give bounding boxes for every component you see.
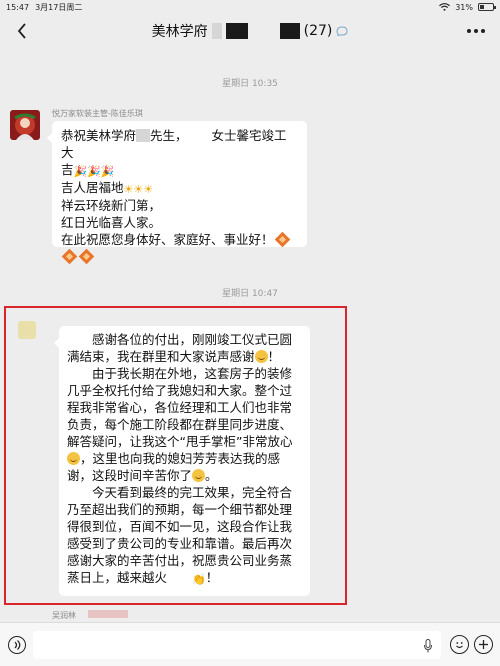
input-bar <box>0 622 500 666</box>
message-line: 恭祝美林学府 先生， 女士馨宅竣工大 <box>61 128 287 160</box>
smiley-icon <box>67 452 80 465</box>
diamond-icon <box>274 231 290 248</box>
message-bubble[interactable]: 恭祝美林学府 先生， 女士馨宅竣工大 吉🎉🎉🎉 吉人居福地☀☀☀ 祥云环绕新门第， … <box>47 121 307 265</box>
voice-icon[interactable] <box>8 636 26 654</box>
more-dots-icon[interactable] <box>464 21 488 41</box>
message-paragraph: 今天看到最终的完工效果，完全符合乃至超出我们的预期，每一个细节都处理得很到位，百… <box>67 485 293 586</box>
redacted-block <box>225 23 248 39</box>
message-paragraph: 由于我长期在外地，这套房子的装修几乎全权托付给了我媳妇和大家。整个过程我非常省心… <box>67 366 293 483</box>
battery-icon <box>478 3 496 11</box>
avatar[interactable] <box>18 321 36 339</box>
emoji-icon[interactable] <box>450 635 469 654</box>
message-line: 红日光临喜人家。 <box>61 215 162 230</box>
chevron-left-icon[interactable] <box>12 21 32 41</box>
redacted-block <box>279 23 300 39</box>
plus-icon[interactable] <box>474 635 493 654</box>
sun-icon: ☀☀☀ <box>123 183 154 196</box>
sender-name: 吴润林 <box>52 611 76 620</box>
status-time: 15:47 <box>6 2 30 12</box>
time-divider: 星期日 10:35 <box>222 79 278 89</box>
member-count: (27) <box>303 23 333 39</box>
group-name: 美林学府 <box>151 24 208 40</box>
diamond-icon <box>61 248 78 265</box>
wink-icon <box>192 469 206 482</box>
battery-percent: 31% <box>455 2 473 12</box>
redacted-block <box>211 23 222 39</box>
next-message-peek: 吴润林 <box>0 608 500 622</box>
chat-title: 美林学府 (27) <box>152 21 349 41</box>
message-line: 吉🎉🎉🎉 <box>61 162 115 178</box>
smiley-icon <box>254 350 268 363</box>
message-line: 在此祝愿您身体好、家庭好、事业好！ <box>61 231 298 248</box>
message-line: 吉人居福地☀☀☀ <box>61 180 154 196</box>
time-divider: 星期日 10:47 <box>222 289 278 299</box>
mute-icon <box>336 26 348 36</box>
status-bar: 15:47 3月17日周二 31% <box>0 0 500 14</box>
firecracker-icon: 🎉🎉🎉 <box>73 165 115 178</box>
diamond-icon <box>78 248 95 265</box>
mic-icon[interactable] <box>424 638 432 653</box>
wifi-icon <box>439 3 451 11</box>
redacted-block <box>88 610 128 618</box>
message-line <box>61 248 298 265</box>
avatar[interactable] <box>10 110 40 140</box>
message-bubble[interactable]: 感谢各位的付出，刚刚竣工仪式已圆满结束，我在群里和大家说声感谢！ 由于我长期在外… <box>54 326 310 596</box>
message-input[interactable] <box>33 631 441 659</box>
message-line: 祥云环绕新门第， <box>61 198 162 213</box>
chat-header: 美林学府 (27) <box>0 14 500 48</box>
status-date: 3月17日周二 <box>35 2 83 12</box>
sender-name: 悦万家软装主管-陈佳乐琪 <box>52 109 143 118</box>
message-paragraph: 感谢各位的付出，刚刚竣工仪式已圆满结束，我在群里和大家说声感谢！ <box>67 332 293 364</box>
clap-icon: 👏 <box>192 573 206 586</box>
redacted-block <box>136 129 151 142</box>
